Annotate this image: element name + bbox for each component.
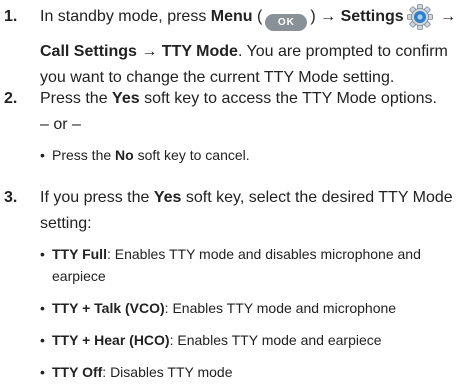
step-3-line-1: If you press the Yes soft key, select th…	[40, 185, 468, 211]
text: )	[310, 8, 321, 25]
text: soft key to access the TTY Mode options.	[139, 90, 437, 107]
step-3-line-2: setting:	[40, 215, 92, 232]
yes-key-label: Yes	[153, 189, 182, 206]
list-item: • Press the No soft key to cancel.	[40, 144, 468, 166]
text: If you press the	[40, 189, 154, 206]
bullet: •	[40, 332, 45, 348]
settings-gear-icon	[406, 4, 434, 39]
step-2-bullets: • Press the No soft key to cancel.	[40, 144, 468, 166]
call-settings-label: Call Settings	[40, 43, 137, 60]
instruction-document: 1. In standby mode, press Menu (OK) → Se…	[0, 0, 472, 384]
text: soft key to cancel.	[133, 147, 250, 163]
no-key-label: No	[115, 147, 134, 163]
bullet: •	[40, 246, 45, 262]
bullet: •	[40, 364, 45, 380]
text: In standby mode, press	[40, 8, 211, 25]
step-1-line-2: Call Settings → TTY Mode. You are prompt…	[40, 39, 468, 65]
settings-label: Settings	[340, 8, 404, 25]
step-body: Press the Yes soft key to access the TTY…	[40, 86, 468, 138]
step-body: In standby mode, press Menu (OK) → Setti…	[40, 4, 468, 91]
list-item: • TTY Full: Enables TTY mode and disable…	[40, 243, 468, 265]
step-number: 1.	[4, 8, 18, 25]
tty-mode-label: TTY Mode	[161, 43, 238, 60]
step-2-line-1: Press the Yes soft key to access the TTY…	[40, 86, 468, 112]
arrow: →	[320, 8, 341, 25]
option-description: earpiece	[52, 268, 106, 284]
yes-key-label: Yes	[112, 90, 140, 107]
ok-key-icon: OK	[265, 14, 308, 31]
step-number: 3.	[4, 189, 18, 206]
option-name: TTY + Hear (HCO)	[52, 332, 170, 348]
bullet: •	[40, 147, 45, 163]
option-name: TTY Off	[52, 364, 103, 380]
arrow: →	[435, 8, 457, 25]
text: Press the	[40, 90, 113, 107]
option-name: TTY + Talk (VCO)	[52, 300, 165, 316]
list-item-continuation: earpiece	[52, 265, 468, 287]
step-body: If you press the Yes soft key, select th…	[40, 185, 468, 237]
option-description: : Enables TTY mode and microphone	[164, 300, 397, 316]
list-item: • TTY + Hear (HCO): Enables TTY mode and…	[40, 329, 468, 351]
step-number: 2.	[4, 90, 18, 107]
text: soft key, select the desired TTY Mode	[181, 189, 453, 206]
list-item: • TTY Off: Disables TTY mode	[40, 361, 468, 383]
option-description: : Enables TTY mode and disables micropho…	[106, 246, 421, 262]
menu-key-label: Menu	[210, 8, 253, 25]
arrow: →	[136, 43, 162, 60]
text: Press the	[52, 147, 116, 163]
text: (	[252, 8, 263, 25]
bullet: •	[40, 300, 45, 316]
option-description: : Disables TTY mode	[102, 364, 233, 380]
list-item: • TTY + Talk (VCO): Enables TTY mode and…	[40, 297, 468, 319]
option-description: : Enables TTY mode and earpiece	[169, 332, 382, 348]
text: . You are prompted to confirm	[237, 43, 448, 60]
option-name: TTY Full	[52, 246, 107, 262]
tty-mode-options: • TTY Full: Enables TTY mode and disable…	[40, 243, 468, 383]
or-separator: – or –	[40, 116, 81, 133]
step-1-line-1: In standby mode, press Menu (OK) → Setti…	[40, 4, 468, 39]
